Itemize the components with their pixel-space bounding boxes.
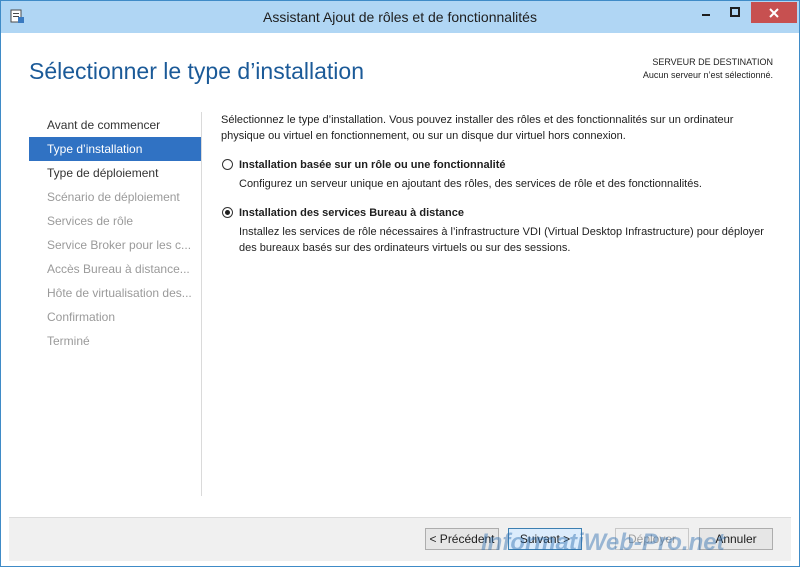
next-button[interactable]: Suivant > xyxy=(508,528,582,550)
close-button[interactable] xyxy=(751,2,797,23)
minimize-icon xyxy=(702,14,710,16)
wizard-step-10: Terminé xyxy=(47,334,90,348)
intro-text: Sélectionnez le type d’installation. Vou… xyxy=(221,114,734,142)
close-icon xyxy=(769,7,779,18)
installation-option-2[interactable]: Installation des services Bureau à dista… xyxy=(221,206,771,256)
radio-button[interactable] xyxy=(222,207,233,218)
window-title: Assistant Ajout de rôles et de fonctionn… xyxy=(263,9,537,25)
installation-option-1[interactable]: Installation basée sur un rôle ou une fo… xyxy=(221,158,771,192)
vertical-divider xyxy=(201,112,202,496)
wizard-window: Assistant Ajout de rôles et de fonctionn… xyxy=(0,0,800,567)
destination-server-label: SERVEUR DE DESTINATION xyxy=(652,57,773,67)
wizard-step-8: Hôte de virtualisation des... xyxy=(47,286,192,300)
wizard-step-1[interactable]: Avant de commencer xyxy=(29,113,201,137)
previous-button[interactable]: < Précédent xyxy=(425,528,499,550)
main-content: Sélectionnez le type d’installation. Vou… xyxy=(221,112,771,256)
wizard-step-5: Services de rôle xyxy=(47,214,134,228)
wizard-step-6: Service Broker pour les c... xyxy=(47,238,192,252)
wizard-step-2[interactable]: Type d’installation xyxy=(29,137,201,161)
option-description: Configurez un serveur unique en ajoutant… xyxy=(239,178,702,190)
installation-type-options: Installation basée sur un rôle ou une fo… xyxy=(221,158,771,256)
destination-server-value: Aucun serveur n’est sélectionné. xyxy=(642,70,773,80)
cancel-button[interactable]: Annuler xyxy=(699,528,773,550)
maximize-button[interactable] xyxy=(722,2,748,22)
option-description: Installez les services de rôle nécessair… xyxy=(239,226,764,254)
deploy-button[interactable]: Déployer xyxy=(615,528,689,550)
minimize-button[interactable] xyxy=(693,2,719,22)
option-title: Installation basée sur un rôle ou une fo… xyxy=(239,159,506,171)
radio-button[interactable] xyxy=(222,159,233,170)
wizard-step-3[interactable]: Type de déploiement xyxy=(29,161,201,185)
wizard-step-9: Confirmation xyxy=(47,310,116,324)
title-bar[interactable]: Assistant Ajout de rôles et de fonctionn… xyxy=(1,1,799,33)
wizard-footer: < Précédent Suivant > Déployer Annuler xyxy=(9,517,791,561)
page-title: Sélectionner le type d’installation xyxy=(29,58,364,84)
wizard-step-7: Accès Bureau à distance... xyxy=(47,262,190,276)
wizard-step-list: Avant de commencer Type d’installation Typ… xyxy=(29,113,201,353)
maximize-icon xyxy=(730,7,740,17)
wizard-header: Sélectionner le type d’installation SERV… xyxy=(9,33,791,103)
option-title: Installation des services Bureau à dista… xyxy=(239,207,464,219)
wizard-step-4: Scénario de déploiement xyxy=(47,190,180,204)
